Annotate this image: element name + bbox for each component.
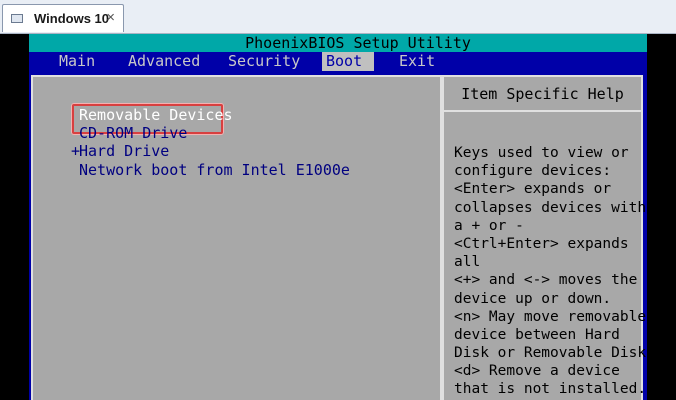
menu-advanced[interactable]: Advanced <box>124 52 204 71</box>
boot-item-label: CD-ROM Drive <box>79 124 188 143</box>
boot-item-hard-drive[interactable]: +Hard Drive <box>71 142 350 160</box>
boot-item-removable-devices[interactable]: Removable Devices <box>71 106 350 124</box>
help-line: Keys used to view or <box>454 145 629 161</box>
help-line: <Enter> expands or <box>454 181 612 198</box>
help-line: Disk or Removable Disk <box>454 345 647 362</box>
help-line: configure devices: <box>454 163 612 180</box>
help-line: <d> Remove a device <box>454 363 620 380</box>
help-line: all <box>454 254 481 271</box>
help-text: Keys used to view or configure devices: … <box>454 144 647 399</box>
help-line: collapses devices with <box>454 199 647 216</box>
bios-menu-bar: Main Advanced Security Boot Exit <box>29 52 647 71</box>
help-line: device between Hard <box>454 326 620 343</box>
close-icon[interactable]: × <box>106 9 115 27</box>
bios-main-area: Removable Devices CD-ROM Drive +Hard Dri… <box>29 71 647 400</box>
menu-exit[interactable]: Exit <box>395 52 439 71</box>
boot-item-label: Hard Drive <box>79 142 170 161</box>
help-line: <n> May move removable <box>454 308 647 325</box>
help-line: that is not installed. <box>454 381 647 398</box>
vm-tab-label: Windows 10 <box>34 11 110 26</box>
bios-title: PhoenixBIOS Setup Utility <box>29 34 647 52</box>
boot-order-list: Removable Devices CD-ROM Drive +Hard Dri… <box>71 106 350 179</box>
help-line: <+> and <-> moves the <box>454 272 638 289</box>
boot-item-network-boot[interactable]: Network boot from Intel E1000e <box>71 161 350 179</box>
boot-order-panel: Removable Devices CD-ROM Drive +Hard Dri… <box>31 75 442 400</box>
expand-plus-icon: + <box>71 142 81 161</box>
help-line: a + or - <box>454 217 524 234</box>
vm-tab-bar: Windows 10 × <box>0 0 676 34</box>
boot-item-label: Network boot from Intel E1000e <box>79 160 350 179</box>
menu-main[interactable]: Main <box>55 52 99 71</box>
help-title: Item Specific Help <box>444 77 641 112</box>
help-line: device up or down. <box>454 290 612 307</box>
boot-item-cd-rom-drive[interactable]: CD-ROM Drive <box>71 124 350 142</box>
vm-icon <box>11 14 23 23</box>
boot-item-label: Removable Devices <box>79 106 233 124</box>
menu-security[interactable]: Security <box>224 52 304 71</box>
vm-tab-windows-10[interactable]: Windows 10 × <box>2 4 124 32</box>
menu-boot[interactable]: Boot <box>322 52 374 71</box>
help-line: <Ctrl+Enter> expands <box>454 235 629 252</box>
bios-screen: PhoenixBIOS Setup Utility Main Advanced … <box>29 34 647 400</box>
help-panel: Item Specific Help Keys used to view or … <box>442 75 647 400</box>
